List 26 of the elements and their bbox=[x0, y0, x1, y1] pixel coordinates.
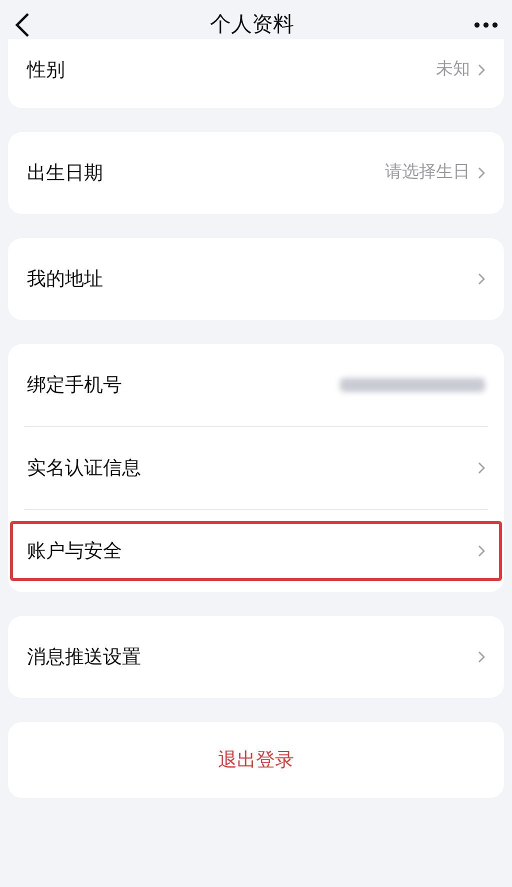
chevron-icon bbox=[478, 651, 485, 663]
row-label: 我的地址 bbox=[27, 266, 103, 292]
chevron-icon bbox=[478, 64, 485, 76]
more-icon[interactable] bbox=[474, 22, 498, 28]
row-label: 性别 bbox=[27, 58, 65, 83]
chevron-icon bbox=[478, 462, 485, 474]
row-label: 实名认证信息 bbox=[27, 456, 141, 481]
settings-row[interactable]: 出生日期 请选择生日 bbox=[10, 143, 502, 203]
chevron-icon bbox=[478, 545, 485, 557]
settings-row[interactable]: 性别 未知 bbox=[10, 50, 502, 90]
row-value: 未知 bbox=[436, 58, 470, 82]
logout-button[interactable]: 退出登录 bbox=[8, 722, 504, 798]
settings-row[interactable]: 绑定手机号 bbox=[10, 355, 502, 415]
settings-row[interactable]: 消息推送设置 bbox=[10, 627, 502, 687]
chevron-icon bbox=[478, 273, 485, 285]
row-label: 绑定手机号 bbox=[27, 372, 122, 398]
settings-row[interactable]: 实名认证信息 bbox=[10, 438, 502, 498]
row-value: 请选择生日 bbox=[385, 161, 470, 184]
row-label: 消息推送设置 bbox=[27, 644, 141, 670]
settings-row[interactable]: 账户与安全 bbox=[10, 521, 502, 581]
chevron-icon bbox=[478, 167, 485, 179]
page-title: 个人资料 bbox=[210, 11, 294, 38]
back-icon[interactable] bbox=[14, 12, 30, 38]
settings-row[interactable]: 我的地址 bbox=[10, 249, 502, 309]
row-label: 账户与安全 bbox=[27, 538, 122, 564]
row-label: 出生日期 bbox=[27, 160, 103, 186]
